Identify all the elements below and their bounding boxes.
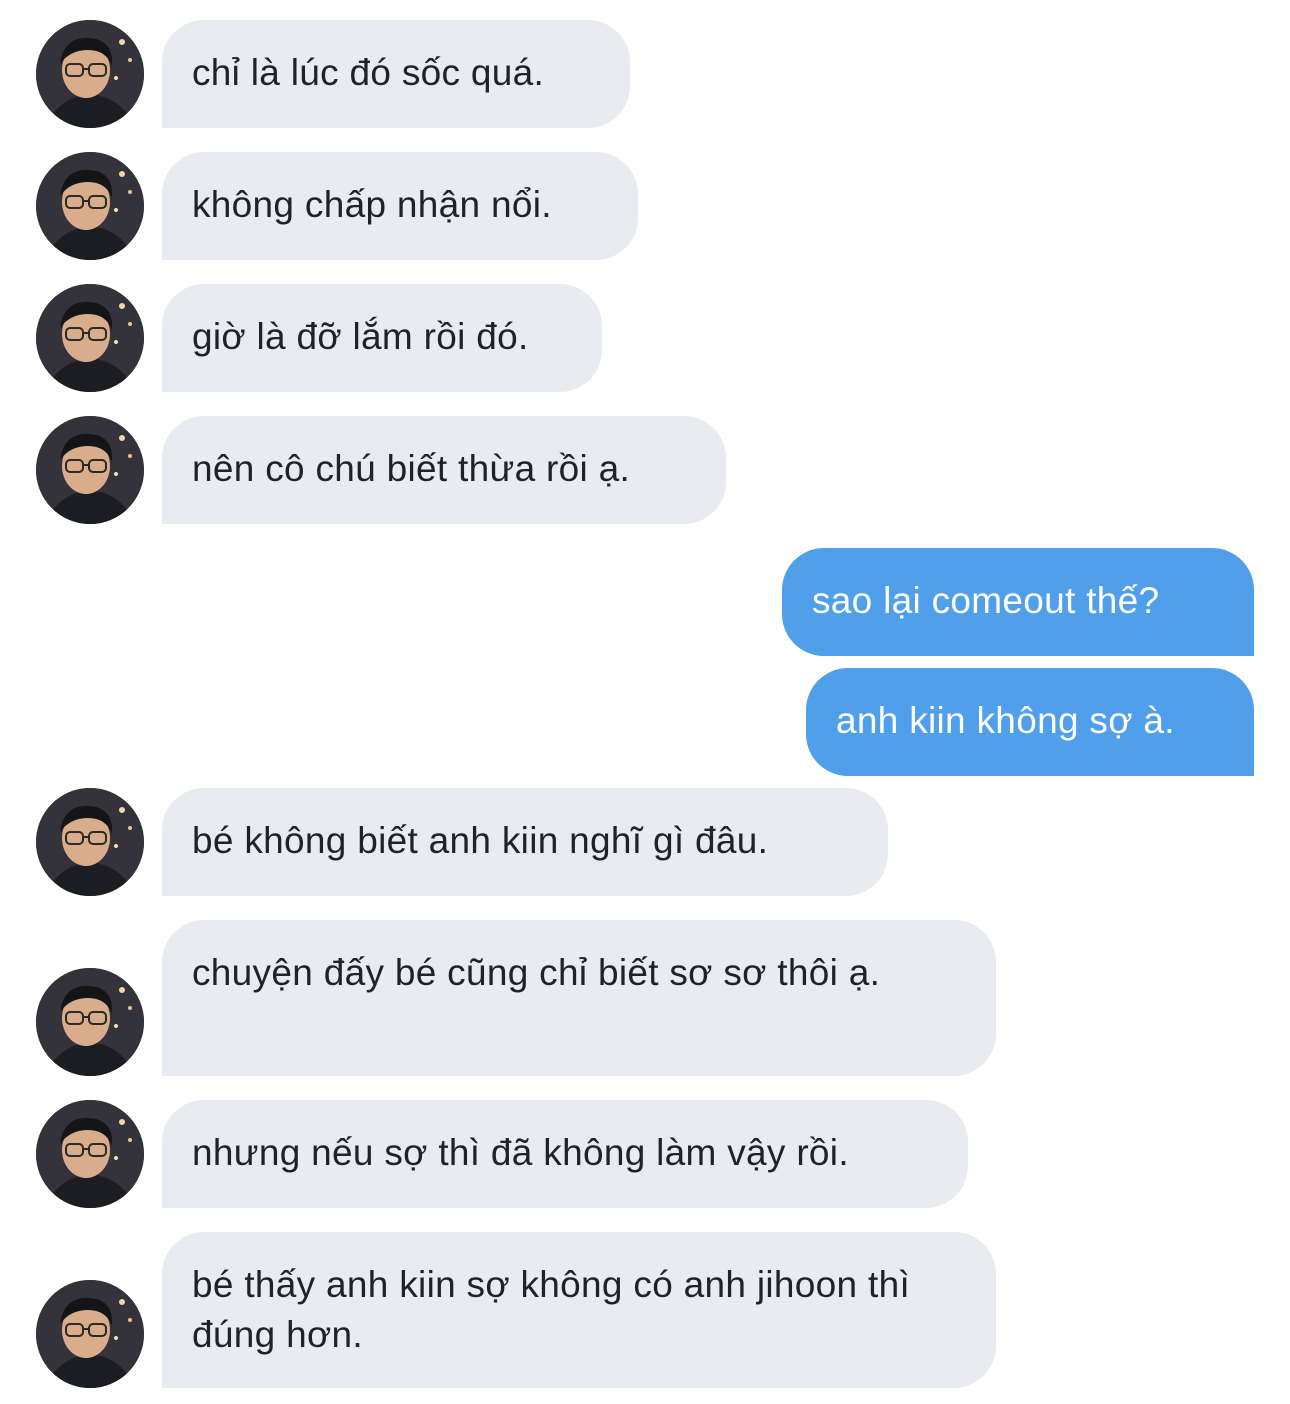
person-avatar-icon (36, 152, 144, 260)
avatar[interactable] (36, 788, 144, 896)
message-text: nhưng nếu sợ thì đã không làm vậy rồi. (192, 1132, 849, 1173)
message-bubble-outgoing[interactable]: anh kiin không sợ à. (806, 668, 1254, 776)
message-text: anh kiin không sợ à. (836, 700, 1175, 741)
person-avatar-icon (36, 20, 144, 128)
person-avatar-icon (36, 1280, 144, 1388)
message-thread: chỉ là lúc đó sốc quá. không chấp nhận n… (0, 0, 1290, 1404)
avatar[interactable] (36, 20, 144, 128)
message-text: nên cô chú biết thừa rồi ạ. (192, 448, 631, 489)
avatar[interactable] (36, 968, 144, 1076)
message-text: không chấp nhận nổi. (192, 184, 552, 225)
avatar[interactable] (36, 1280, 144, 1388)
person-avatar-icon (36, 788, 144, 896)
message-text: chỉ là lúc đó sốc quá. (192, 52, 545, 93)
message-bubble-incoming[interactable]: nhưng nếu sợ thì đã không làm vậy rồi. (162, 1100, 968, 1208)
message-bubble-outgoing[interactable]: sao lại comeout thế? (782, 548, 1254, 656)
avatar[interactable] (36, 284, 144, 392)
message-bubble-incoming[interactable]: giờ là đỡ lắm rồi đó. (162, 284, 602, 392)
person-avatar-icon (36, 968, 144, 1076)
message-text: bé không biết anh kiin nghĩ gì đâu. (192, 820, 769, 861)
avatar[interactable] (36, 1100, 144, 1208)
person-avatar-icon (36, 416, 144, 524)
message-bubble-incoming[interactable]: chuyện đấy bé cũng chỉ biết sơ sơ thôi ạ… (162, 920, 996, 1076)
person-avatar-icon (36, 1100, 144, 1208)
message-text: bé thấy anh kiin sợ không có anh jihoon … (192, 1264, 911, 1355)
message-bubble-incoming[interactable]: bé thấy anh kiin sợ không có anh jihoon … (162, 1232, 996, 1388)
message-bubble-incoming[interactable]: nên cô chú biết thừa rồi ạ. (162, 416, 726, 524)
message-text: giờ là đỡ lắm rồi đó. (192, 316, 529, 357)
message-text: chuyện đấy bé cũng chỉ biết sơ sơ thôi ạ… (192, 952, 881, 993)
avatar[interactable] (36, 416, 144, 524)
avatar[interactable] (36, 152, 144, 260)
message-text: sao lại comeout thế? (812, 580, 1160, 621)
message-bubble-incoming[interactable]: không chấp nhận nổi. (162, 152, 638, 260)
person-avatar-icon (36, 284, 144, 392)
message-bubble-incoming[interactable]: bé không biết anh kiin nghĩ gì đâu. (162, 788, 888, 896)
message-bubble-incoming[interactable]: chỉ là lúc đó sốc quá. (162, 20, 630, 128)
